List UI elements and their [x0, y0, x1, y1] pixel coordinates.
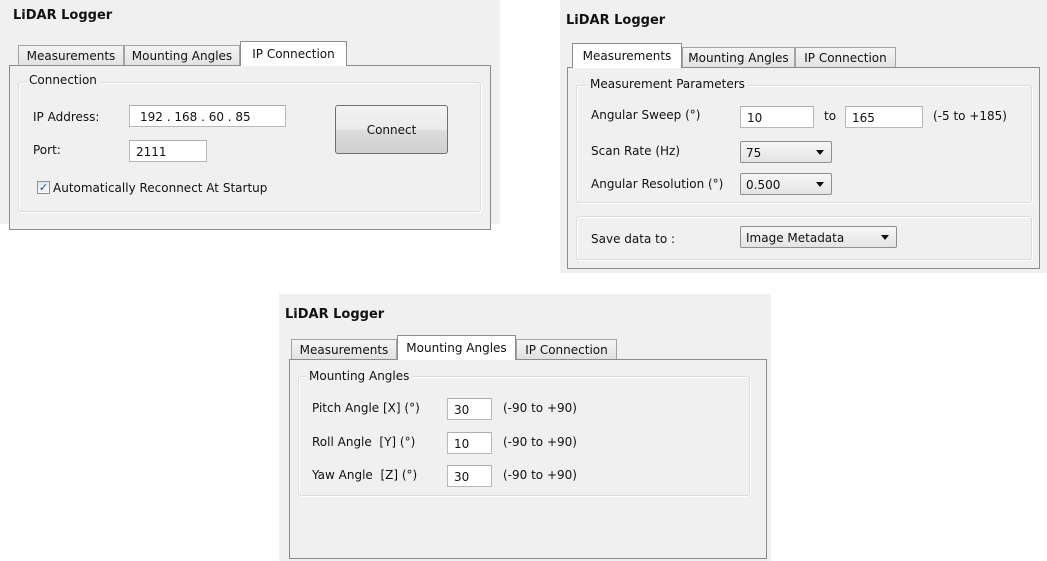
yaw-angle-label: Yaw Angle [Z] (°) — [312, 468, 418, 482]
roll-angle-field[interactable]: 10 — [447, 432, 492, 454]
angular-resolution-dropdown[interactable]: 0.500 — [740, 173, 832, 195]
scan-rate-label: Scan Rate (Hz) — [591, 144, 681, 158]
pitch-range-hint: (-90 to +90) — [503, 401, 577, 415]
angular-resolution-label: Angular Resolution (°) — [591, 177, 724, 191]
tab-measurements[interactable]: Measurements — [18, 45, 124, 65]
chevron-down-icon — [816, 150, 824, 155]
window-title: LiDAR Logger — [285, 307, 385, 322]
tab-mounting-angles[interactable]: Mounting Angles — [124, 45, 240, 65]
ip-connection-window: LiDAR Logger Measurements Mounting Angle… — [0, 0, 500, 230]
tab-ip-connection[interactable]: IP Connection — [795, 47, 896, 67]
sweep-to-field[interactable]: 165 — [845, 106, 923, 128]
chevron-down-icon — [816, 182, 824, 187]
roll-angle-label: Roll Angle [Y] (°) — [312, 435, 416, 449]
yaw-range-hint: (-90 to +90) — [503, 468, 577, 482]
pitch-angle-label: Pitch Angle [X] (°) — [312, 401, 420, 415]
sweep-range-hint: (-5 to +185) — [933, 109, 1007, 123]
tab-content: Mounting Angles Pitch Angle [X] (°) 30 (… — [289, 359, 767, 559]
port-label: Port: — [33, 143, 61, 157]
port-field[interactable]: 2111 — [129, 140, 207, 162]
tab-measurements[interactable]: Measurements — [572, 43, 682, 68]
save-data-label: Save data to : — [591, 232, 676, 246]
tab-strip: Measurements Mounting Angles IP Connecti… — [291, 335, 751, 360]
sweep-from-field[interactable]: 10 — [740, 106, 814, 128]
angular-resolution-value: 0.500 — [746, 178, 781, 192]
tab-strip: Measurements Mounting Angles IP Connecti… — [572, 43, 1032, 68]
pitch-angle-field[interactable]: 30 — [447, 398, 492, 420]
angular-sweep-label: Angular Sweep (°) — [591, 108, 701, 122]
ip-address-field[interactable]: 192 . 168 . 60 . 85 — [129, 105, 286, 127]
yaw-angle-field[interactable]: 30 — [447, 465, 492, 487]
sweep-to-label: to — [824, 109, 837, 123]
measurements-window: LiDAR Logger Measurements Mounting Angle… — [560, 0, 1047, 273]
tab-strip: Measurements Mounting Angles IP Connecti… — [18, 41, 478, 66]
group-label: Measurement Parameters — [587, 77, 748, 91]
save-data-dropdown[interactable]: Image Metadata — [740, 226, 897, 248]
auto-reconnect-label: Automatically Reconnect At Startup — [53, 181, 268, 195]
tab-content: Connection IP Address: 192 . 168 . 60 . … — [9, 65, 491, 230]
group-label: Mounting Angles — [306, 369, 413, 383]
scan-rate-dropdown[interactable]: 75 — [740, 141, 832, 163]
tab-content: Measurement Parameters Angular Sweep (°)… — [567, 67, 1040, 269]
chevron-down-icon — [881, 235, 889, 240]
save-data-value: Image Metadata — [746, 231, 845, 245]
tab-ip-connection[interactable]: IP Connection — [516, 339, 617, 359]
mounting-angles-window: LiDAR Logger Measurements Mounting Angle… — [279, 294, 771, 561]
tab-mounting-angles[interactable]: Mounting Angles — [682, 47, 795, 67]
connect-button[interactable]: Connect — [335, 105, 448, 154]
ip-address-label: IP Address: — [33, 110, 100, 124]
tab-ip-connection[interactable]: IP Connection — [240, 41, 347, 66]
window-title: LiDAR Logger — [566, 13, 666, 28]
group-label: Connection — [26, 73, 100, 87]
tab-mounting-angles[interactable]: Mounting Angles — [397, 335, 516, 360]
tab-measurements[interactable]: Measurements — [291, 339, 397, 359]
auto-reconnect-checkbox[interactable]: ✓ — [37, 181, 50, 194]
roll-range-hint: (-90 to +90) — [503, 435, 577, 449]
window-title: LiDAR Logger — [13, 8, 113, 23]
scan-rate-value: 75 — [746, 146, 762, 160]
